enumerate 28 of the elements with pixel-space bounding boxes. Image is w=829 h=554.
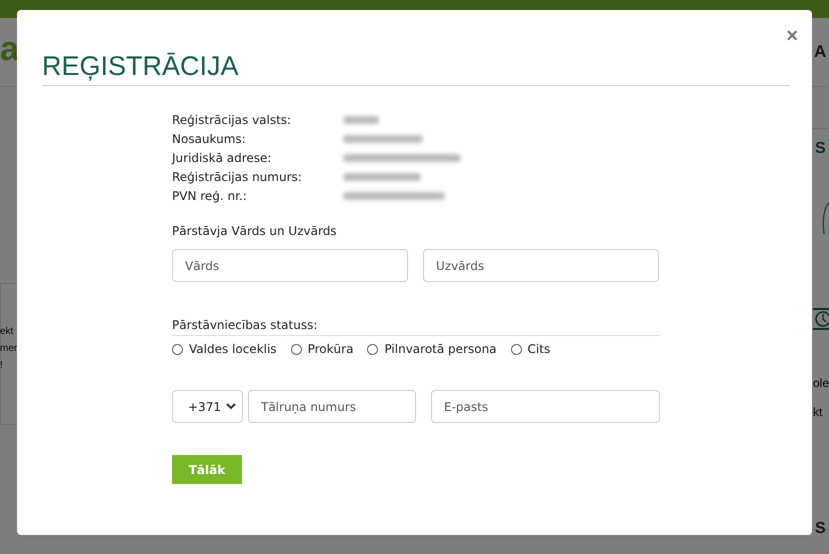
radio-option[interactable]: Cits [510, 342, 550, 356]
background-text: ekt [0, 326, 14, 337]
input-field[interactable]: Uzvārds [423, 249, 659, 282]
background-text: ! [0, 360, 3, 371]
background-text: A [814, 42, 826, 62]
section-label: Pārstāvniecības statuss: [172, 317, 318, 334]
email-field[interactable]: E-pasts [431, 390, 660, 423]
field-label: PVN reģ. nr.: [172, 188, 248, 202]
input-field[interactable]: Vārds [172, 249, 408, 282]
logo-fragment: a [0, 30, 19, 69]
field-label: Reģistrācijas numurs: [172, 170, 303, 184]
background-text: kt [813, 405, 822, 419]
field-label: Reģistrācijas valsts: [172, 112, 292, 126]
field-label: Nosaukums: [172, 132, 247, 146]
country-code-select[interactable]: +371 [172, 390, 243, 423]
close-button[interactable]: × [784, 26, 800, 46]
section-label: Pārstāvja Vārds un Uzvārds [172, 223, 337, 240]
phone-field[interactable]: Tālruņa numurs [248, 390, 416, 423]
dialog-title: REĢISTRĀCIJA [42, 50, 239, 83]
caret-icon [226, 403, 236, 410]
radio-option[interactable]: Pilnvarotā persona [367, 342, 497, 356]
field-label: Juridiskā adrese: [172, 150, 272, 164]
radio-option[interactable]: Valdes loceklis [172, 342, 277, 356]
clock-icon [813, 308, 829, 330]
background-text: S [815, 140, 826, 158]
background-text: ole [813, 376, 829, 390]
radio-option[interactable]: Prokūra [290, 342, 354, 356]
background-text: S [815, 520, 826, 538]
